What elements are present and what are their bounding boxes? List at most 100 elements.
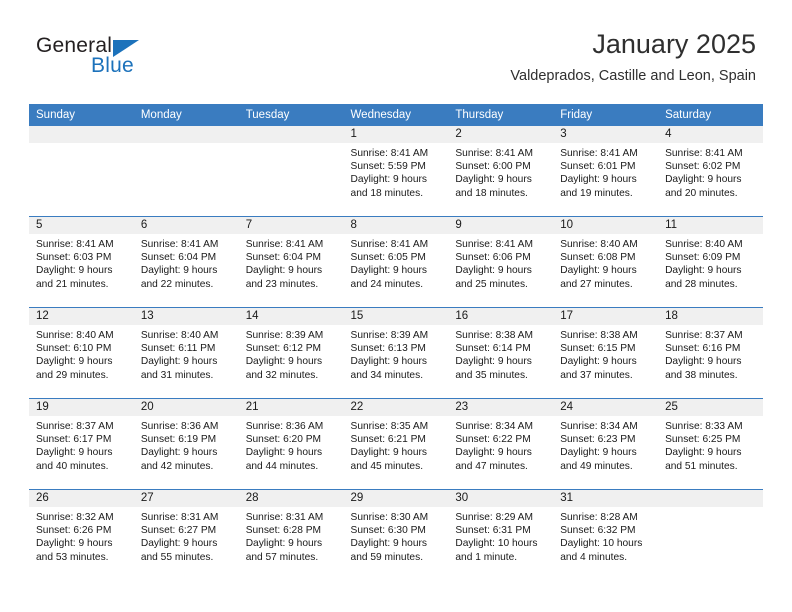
weekday-header-friday: Friday: [553, 104, 659, 126]
daylight-text-line2: and 57 minutes.: [245, 551, 319, 563]
calendar-day-cell[interactable]: 2 Sunrise: 8:41 AM Sunset: 6:00 PM Daylight…: [448, 126, 554, 217]
calendar-day-cell[interactable]: 5 Sunrise: 8:41 AM Sunset: 6:03 PM Daylight…: [29, 216, 134, 308]
sunset-text: Sunset: 6:21 PM: [350, 434, 426, 446]
daylight-text-line1: Daylight: 9 hours: [36, 265, 113, 277]
day-sun-info: Sunrise: 8:41 AM Sunset: 6:03 PM Daylight:…: [29, 234, 134, 291]
calendar-empty-cell: [133, 126, 239, 217]
sunrise-text: Sunrise: 8:28 AM: [560, 512, 638, 523]
day-number: 2: [448, 126, 554, 143]
calendar-day-cell[interactable]: 3 Sunrise: 8:41 AM Sunset: 6:01 PM Daylight…: [553, 126, 659, 217]
day-box: 27 Sunrise: 8:31 AM Sunset: 6:27 PM Dayligh…: [133, 490, 239, 580]
calendar-day-cell[interactable]: 13 Sunrise: 8:40 AM Sunset: 6:11 PM Dayligh…: [133, 307, 239, 399]
calendar-day-cell[interactable]: 11 Sunrise: 8:40 AM Sunset: 6:09 PM Dayligh…: [658, 216, 763, 308]
sunrise-text: Sunrise: 8:34 AM: [560, 421, 638, 432]
calendar-week-row: 19 Sunrise: 8:37 AM Sunset: 6:17 PM Dayligh…: [29, 398, 763, 490]
day-box: 21 Sunrise: 8:36 AM Sunset: 6:20 PM Dayligh…: [238, 399, 344, 489]
day-number: 19: [29, 399, 134, 416]
calendar-day-cell[interactable]: 18 Sunrise: 8:37 AM Sunset: 6:16 PM Dayligh…: [658, 307, 763, 399]
daylight-text-line1: Daylight: 9 hours: [665, 356, 742, 368]
daylight-text-line1: Daylight: 9 hours: [455, 265, 532, 277]
sunrise-text: Sunrise: 8:34 AM: [455, 421, 533, 432]
day-number: 25: [658, 399, 763, 416]
day-sun-info: Sunrise: 8:37 AM Sunset: 6:16 PM Daylight:…: [658, 325, 763, 382]
calendar-day-cell[interactable]: 30 Sunrise: 8:29 AM Sunset: 6:31 PM Dayligh…: [448, 489, 554, 580]
calendar-day-cell[interactable]: 20 Sunrise: 8:36 AM Sunset: 6:19 PM Dayligh…: [133, 398, 239, 490]
sunset-text: Sunset: 6:13 PM: [350, 343, 426, 355]
day-box: 28 Sunrise: 8:31 AM Sunset: 6:28 PM Dayligh…: [238, 490, 344, 580]
calendar-day-cell[interactable]: 28 Sunrise: 8:31 AM Sunset: 6:28 PM Dayligh…: [238, 489, 344, 580]
day-sun-info: Sunrise: 8:40 AM Sunset: 6:11 PM Daylight:…: [134, 325, 239, 382]
day-box: 4 Sunrise: 8:41 AM Sunset: 6:02 PM Daylight…: [658, 126, 763, 216]
calendar-body: 1 Sunrise: 8:41 AM Sunset: 5:59 PM Daylight…: [29, 126, 763, 580]
calendar-day-cell[interactable]: 29 Sunrise: 8:30 AM Sunset: 6:30 PM Dayligh…: [343, 489, 449, 580]
weekday-header-row: Sunday Monday Tuesday Wednesday Thursday…: [29, 104, 763, 126]
sunrise-text: Sunrise: 8:38 AM: [455, 330, 533, 341]
daylight-text-line1: Daylight: 9 hours: [140, 447, 218, 459]
calendar-day-cell[interactable]: 7 Sunrise: 8:41 AM Sunset: 6:04 PM Daylight…: [238, 216, 344, 308]
day-number: 26: [29, 490, 134, 507]
daylight-text-line1: Daylight: 9 hours: [245, 447, 323, 459]
sunset-text: Sunset: 6:31 PM: [455, 525, 531, 537]
calendar-day-cell[interactable]: 17 Sunrise: 8:38 AM Sunset: 6:15 PM Dayligh…: [553, 307, 659, 399]
page-header: General Blue January 2025 Valdeprados, C…: [36, 28, 756, 98]
sunrise-text: Sunrise: 8:37 AM: [36, 421, 114, 432]
daylight-text-line2: and 35 minutes.: [455, 369, 528, 381]
day-box: 2 Sunrise: 8:41 AM Sunset: 6:00 PM Daylight…: [448, 126, 554, 216]
daylight-text-line1: Daylight: 9 hours: [245, 538, 323, 550]
day-sun-info: Sunrise: 8:40 AM Sunset: 6:08 PM Daylight:…: [553, 234, 658, 291]
sunset-text: Sunset: 6:05 PM: [350, 252, 426, 264]
day-sun-info: Sunrise: 8:40 AM Sunset: 6:09 PM Daylight:…: [658, 234, 763, 291]
calendar-day-cell[interactable]: 19 Sunrise: 8:37 AM Sunset: 6:17 PM Dayligh…: [29, 398, 134, 490]
sunrise-text: Sunrise: 8:41 AM: [36, 239, 114, 250]
sunrise-text: Sunrise: 8:39 AM: [350, 330, 429, 341]
daylight-text-line2: and 18 minutes.: [455, 187, 528, 199]
calendar-day-cell[interactable]: 16 Sunrise: 8:38 AM Sunset: 6:14 PM Dayligh…: [448, 307, 554, 399]
daylight-text-line1: Daylight: 9 hours: [455, 356, 532, 368]
calendar-day-cell[interactable]: 26 Sunrise: 8:32 AM Sunset: 6:26 PM Dayligh…: [29, 489, 134, 580]
brand-logo: General Blue: [36, 34, 216, 90]
calendar-day-cell[interactable]: 23 Sunrise: 8:34 AM Sunset: 6:22 PM Dayligh…: [448, 398, 554, 490]
daylight-text-line1: Daylight: 9 hours: [350, 174, 427, 186]
day-number: 5: [29, 217, 134, 234]
day-number: 6: [133, 217, 239, 234]
day-number: 30: [448, 490, 554, 507]
day-number: 3: [553, 126, 659, 143]
daylight-text-line1: Daylight: 9 hours: [350, 265, 427, 277]
calendar-day-cell[interactable]: 9 Sunrise: 8:41 AM Sunset: 6:06 PM Daylight…: [448, 216, 554, 308]
day-sun-info: Sunrise: 8:41 AM Sunset: 6:00 PM Daylight:…: [448, 143, 553, 200]
day-number: 15: [343, 308, 449, 325]
calendar-day-cell[interactable]: 12 Sunrise: 8:40 AM Sunset: 6:10 PM Dayligh…: [29, 307, 134, 399]
calendar-day-cell[interactable]: 8 Sunrise: 8:41 AM Sunset: 6:05 PM Daylight…: [343, 216, 449, 308]
calendar-day-cell[interactable]: 15 Sunrise: 8:39 AM Sunset: 6:13 PM Dayligh…: [343, 307, 449, 399]
calendar-day-cell[interactable]: 21 Sunrise: 8:36 AM Sunset: 6:20 PM Dayligh…: [238, 398, 344, 490]
day-box: 30 Sunrise: 8:29 AM Sunset: 6:31 PM Dayligh…: [448, 490, 554, 580]
calendar-day-cell[interactable]: 4 Sunrise: 8:41 AM Sunset: 6:02 PM Daylight…: [658, 126, 763, 217]
daylight-text-line2: and 55 minutes.: [140, 551, 214, 563]
calendar-empty-cell: [238, 126, 344, 217]
sunset-text: Sunset: 6:01 PM: [560, 161, 636, 173]
day-sun-info: Sunrise: 8:41 AM Sunset: 6:05 PM Daylight:…: [344, 234, 449, 291]
calendar-day-cell[interactable]: 1 Sunrise: 8:41 AM Sunset: 5:59 PM Daylight…: [343, 126, 449, 217]
sunset-text: Sunset: 6:15 PM: [560, 343, 636, 355]
calendar-day-cell[interactable]: 14 Sunrise: 8:39 AM Sunset: 6:12 PM Dayligh…: [238, 307, 344, 399]
calendar-day-cell[interactable]: 6 Sunrise: 8:41 AM Sunset: 6:04 PM Daylight…: [133, 216, 239, 308]
day-sun-info: Sunrise: 8:33 AM Sunset: 6:25 PM Daylight:…: [658, 416, 763, 473]
calendar-empty-cell: [29, 126, 134, 217]
calendar-day-cell[interactable]: 24 Sunrise: 8:34 AM Sunset: 6:23 PM Dayligh…: [553, 398, 659, 490]
daylight-text-line1: Daylight: 9 hours: [560, 174, 637, 186]
calendar-day-cell[interactable]: 31 Sunrise: 8:28 AM Sunset: 6:32 PM Dayligh…: [553, 489, 659, 580]
sunrise-text: Sunrise: 8:32 AM: [36, 512, 114, 523]
sunset-text: Sunset: 5:59 PM: [350, 161, 426, 173]
day-box: 19 Sunrise: 8:37 AM Sunset: 6:17 PM Dayligh…: [29, 399, 134, 489]
sunrise-text: Sunrise: 8:41 AM: [455, 148, 533, 159]
daylight-text-line2: and 31 minutes.: [140, 369, 214, 381]
calendar-day-cell[interactable]: 22 Sunrise: 8:35 AM Sunset: 6:21 PM Dayligh…: [343, 398, 449, 490]
day-number: 14: [238, 308, 344, 325]
sunset-text: Sunset: 6:20 PM: [245, 434, 322, 446]
daylight-text-line2: and 19 minutes.: [560, 187, 633, 199]
sunrise-text: Sunrise: 8:31 AM: [245, 512, 324, 523]
calendar-day-cell[interactable]: 10 Sunrise: 8:40 AM Sunset: 6:08 PM Dayligh…: [553, 216, 659, 308]
day-sun-info: Sunrise: 8:41 AM Sunset: 6:04 PM Daylight:…: [239, 234, 344, 291]
calendar-day-cell[interactable]: 25 Sunrise: 8:33 AM Sunset: 6:25 PM Dayligh…: [658, 398, 763, 490]
calendar-day-cell[interactable]: 27 Sunrise: 8:31 AM Sunset: 6:27 PM Dayligh…: [133, 489, 239, 580]
